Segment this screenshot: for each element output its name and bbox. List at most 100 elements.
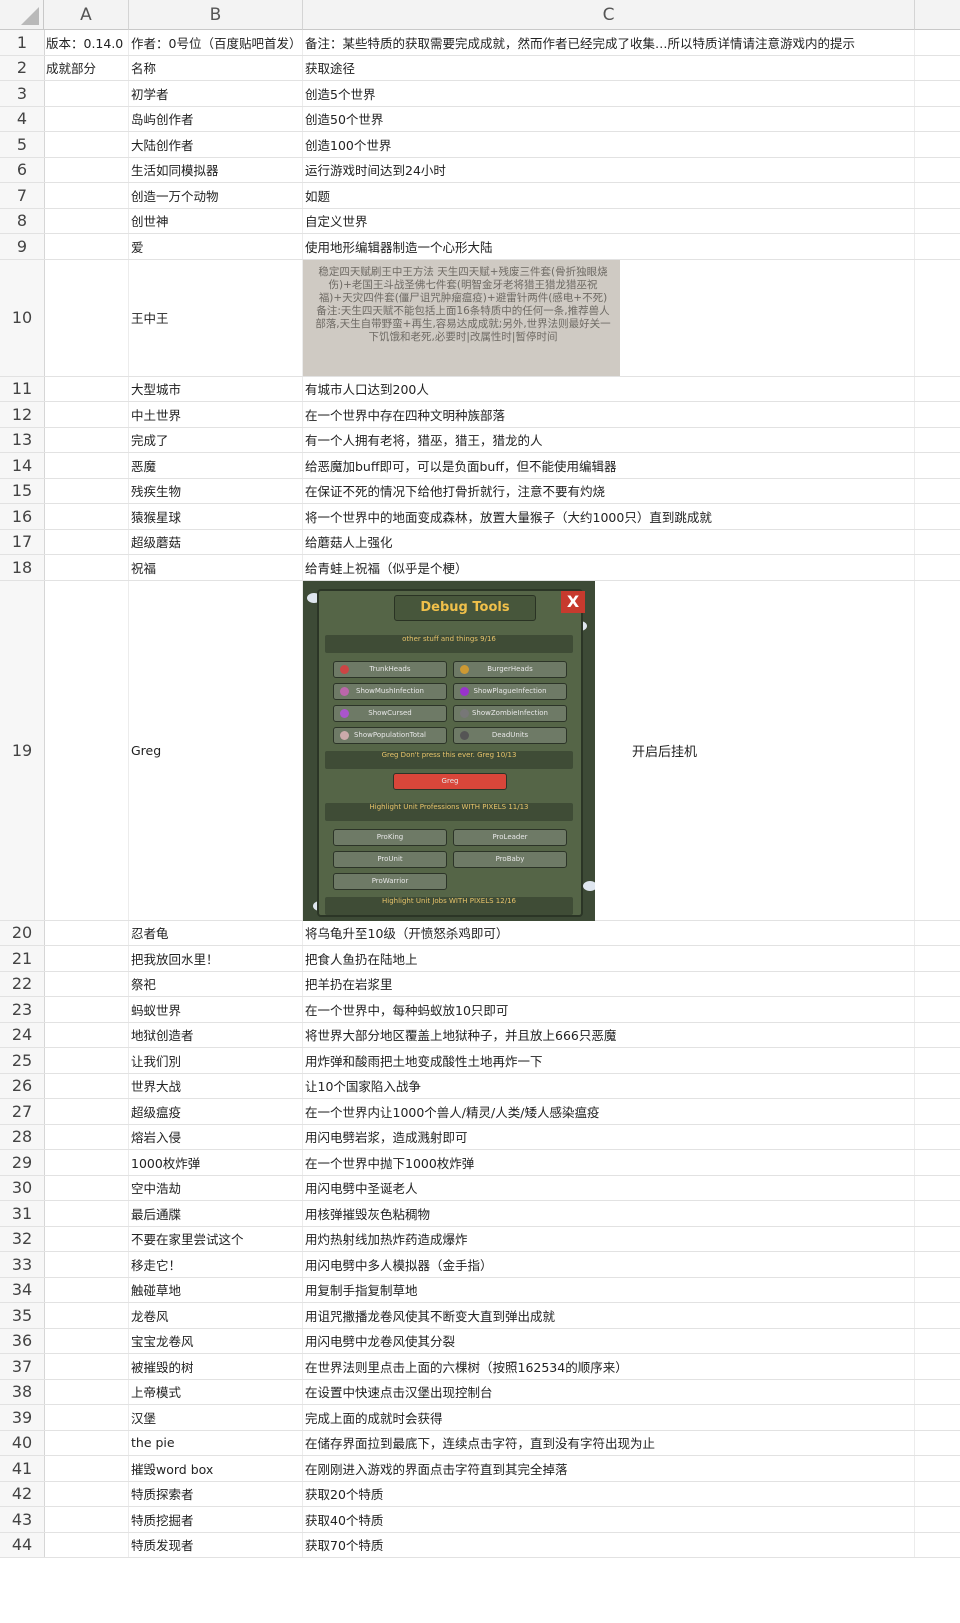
debug-button[interactable]: BurgerHeads (453, 660, 567, 678)
cell-b[interactable]: 猿猴星球 (129, 504, 303, 529)
cell-d[interactable] (915, 183, 960, 208)
cell-b[interactable]: 残疾生物 (129, 478, 303, 503)
column-header-b[interactable]: B (129, 0, 303, 30)
cell-a[interactable] (44, 1252, 129, 1277)
cell-a[interactable] (44, 1201, 129, 1226)
cell-a[interactable] (44, 234, 129, 259)
row-header[interactable]: 41 (0, 1456, 45, 1481)
cell-d[interactable] (915, 1176, 960, 1201)
cell-b[interactable]: 被摧毁的树 (129, 1354, 303, 1379)
cell-c[interactable]: 获取途径 (303, 55, 915, 80)
row-header[interactable]: 43 (0, 1507, 45, 1532)
row-header[interactable]: 25 (0, 1048, 45, 1073)
cell-c[interactable]: 用炸弹和酸雨把土地变成酸性土地再炸一下 (303, 1048, 915, 1073)
cell-c[interactable]: 在设置中快速点击汉堡出现控制台 (303, 1379, 915, 1404)
cell-d[interactable] (915, 1456, 960, 1481)
cell-d[interactable] (915, 107, 960, 132)
select-all-corner[interactable] (0, 0, 44, 30)
cell-d[interactable] (915, 1048, 960, 1073)
cell-a[interactable] (44, 920, 129, 945)
cell-c[interactable]: 用闪电劈中多人模拟器（金手指） (303, 1252, 915, 1277)
cell-c[interactable]: 在世界法则里点击上面的六棵树（按照162534的顺序来） (303, 1354, 915, 1379)
cell-c[interactable]: 备注：某些特质的获取需要完成成就，然而作者已经完成了收集…所以特质详情请注意游戏… (303, 30, 915, 55)
cell-c[interactable]: 在一个世界中，每种蚂蚁放10只即可 (303, 997, 915, 1022)
cell-c[interactable]: 使用地形编辑器制造一个心形大陆 (303, 234, 915, 259)
cell-d[interactable] (915, 479, 960, 504)
row-header[interactable]: 12 (0, 402, 45, 427)
cell-d[interactable] (915, 946, 960, 971)
row-header[interactable]: 11 (0, 376, 45, 401)
cell-b[interactable]: 熔岩入侵 (129, 1124, 303, 1149)
cell-b[interactable]: 汉堡 (129, 1405, 303, 1430)
cell-b[interactable]: 忍者龟 (129, 920, 303, 945)
cell-a[interactable] (44, 1430, 129, 1455)
debug-button[interactable]: ProBaby (453, 850, 567, 868)
cell-b[interactable]: 生活如同模拟器 (129, 157, 303, 182)
row-header[interactable]: 35 (0, 1303, 45, 1328)
cell-d[interactable] (915, 377, 960, 402)
cell-a[interactable] (44, 402, 129, 427)
row-header[interactable]: 1 (0, 30, 45, 55)
cell-b[interactable]: 超级蘑菇 (129, 529, 303, 554)
cell-a[interactable] (44, 81, 129, 106)
cell-b[interactable]: 特质发现者 (129, 1532, 303, 1557)
cell-d[interactable] (915, 1074, 960, 1099)
row-header[interactable]: 32 (0, 1226, 45, 1251)
cell-d[interactable] (915, 1405, 960, 1430)
cell-a[interactable] (44, 1277, 129, 1302)
cell-c[interactable]: 在一个世界中存在四种文明种族部落 (303, 402, 915, 427)
cell-b[interactable]: 特质挖掘者 (129, 1507, 303, 1532)
cell-b[interactable]: 恶魔 (129, 453, 303, 478)
cell-a[interactable] (44, 1379, 129, 1404)
row-header[interactable]: 39 (0, 1405, 45, 1430)
cell-a[interactable] (44, 1175, 129, 1200)
row-header[interactable]: 18 (0, 555, 45, 580)
cell-b[interactable]: 超级瘟疫 (129, 1099, 303, 1124)
row-header[interactable]: 5 (0, 132, 45, 157)
cell-b[interactable]: 把我放回水里！ (129, 946, 303, 971)
row-header[interactable]: 38 (0, 1379, 45, 1404)
cell-a[interactable] (44, 106, 129, 131)
cell-a[interactable] (44, 997, 129, 1022)
cell-b[interactable]: 特质探索者 (129, 1481, 303, 1506)
cell-d[interactable] (915, 1329, 960, 1354)
cell-b[interactable]: 王中王 (129, 259, 303, 376)
cell-a[interactable] (44, 971, 129, 996)
cell-b[interactable]: 名称 (129, 55, 303, 80)
cell-b[interactable]: 中土世界 (129, 402, 303, 427)
row-header[interactable]: 20 (0, 920, 45, 945)
cell-c[interactable]: 在刚刚进入游戏的界面点击字符直到其完全掉落 (303, 1456, 915, 1481)
cell-a[interactable] (44, 1405, 129, 1430)
cell-c[interactable]: 用诅咒撒播龙卷风使其不断变大直到弹出成就 (303, 1303, 915, 1328)
row-header[interactable]: 42 (0, 1481, 45, 1506)
cell-a[interactable] (44, 1328, 129, 1353)
cell-d[interactable] (915, 209, 960, 234)
cell-c[interactable]: 给蘑菇人上强化 (303, 529, 915, 554)
debug-button[interactable]: ShowCursed (333, 704, 447, 722)
cell-a[interactable] (44, 580, 129, 920)
cell-b[interactable]: 空中浩劫 (129, 1175, 303, 1200)
cell-a[interactable] (44, 1226, 129, 1251)
cell-b[interactable]: 让我们別 (129, 1048, 303, 1073)
cell-c[interactable]: 让10个国家陷入战争 (303, 1073, 915, 1098)
row-header[interactable]: 37 (0, 1354, 45, 1379)
debug-button[interactable]: ShowMushInfection (333, 682, 447, 700)
cell-d[interactable] (915, 234, 960, 259)
row-header[interactable]: 30 (0, 1175, 45, 1200)
cell-c[interactable]: 创造50个世界 (303, 106, 915, 131)
cell-b[interactable]: 大型城市 (129, 376, 303, 401)
cell-b[interactable]: the pie (129, 1430, 303, 1455)
row-header[interactable]: 44 (0, 1532, 45, 1557)
cell-b[interactable]: 不要在家里尝试这个 (129, 1226, 303, 1251)
cell-a[interactable] (44, 1354, 129, 1379)
row-header[interactable]: 40 (0, 1430, 45, 1455)
cell-b[interactable]: 上帝模式 (129, 1379, 303, 1404)
cell-d[interactable] (915, 453, 960, 478)
cell-d[interactable] (915, 530, 960, 555)
cell-a[interactable] (44, 453, 129, 478)
column-header-d[interactable] (915, 0, 960, 30)
cell-c[interactable]: 创造100个世界 (303, 132, 915, 157)
cell-a[interactable] (44, 132, 129, 157)
cell-c[interactable]: 给恶魔加buff即可，可以是负面buff，但不能使用编辑器 (303, 453, 915, 478)
debug-button[interactable]: TrunkHeads (333, 660, 447, 678)
